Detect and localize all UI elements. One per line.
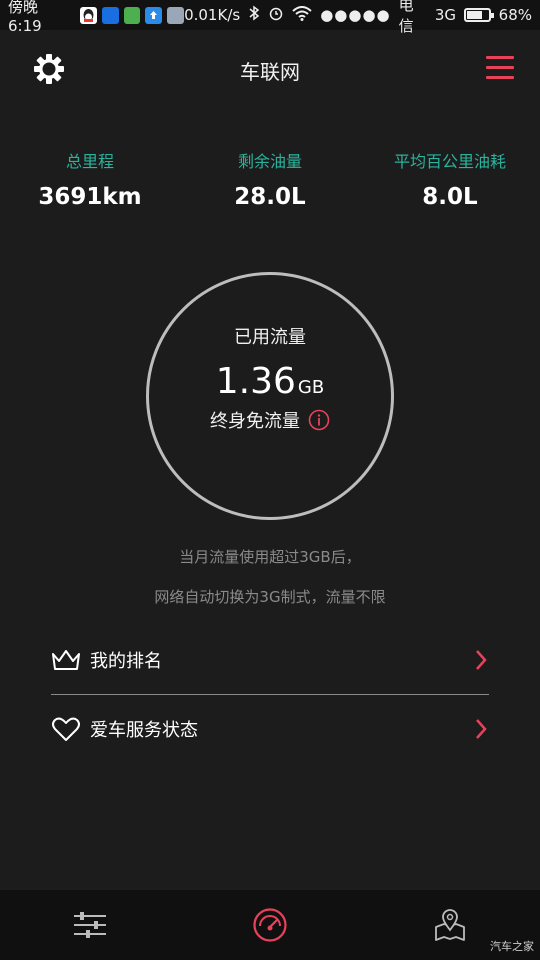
page-title: 车联网 (240, 60, 300, 84)
watermark: 汽车之家 (490, 940, 534, 953)
stat-label: 平均百公里油耗 (393, 152, 506, 171)
list-item-my-ranking[interactable]: 我的排名 (50, 626, 490, 694)
data-plan-row: 终身免流量 (149, 407, 391, 433)
vehicle-stats: 总里程 3691km 剩余油量 28.0L 平均百公里油耗 8.0L (0, 148, 540, 210)
bottom-nav (0, 890, 540, 960)
map-pin-icon (435, 909, 465, 941)
speedometer-icon (253, 908, 287, 942)
app-notification-icon (167, 6, 185, 24)
data-usage-label: 已用流量 (234, 327, 306, 348)
stat-remaining-fuel: 剩余油量 28.0L (180, 148, 360, 210)
chevron-right-icon (476, 719, 487, 739)
chevron-right-icon (476, 650, 487, 670)
qq-icon (79, 6, 97, 24)
notice-line-2: 网络自动切换为3G制式，流量不限 (154, 588, 386, 606)
data-usage-value: 1.36 GB (149, 361, 391, 402)
alarm-icon (268, 5, 284, 25)
stat-label: 总里程 (65, 152, 114, 171)
stat-total-mileage: 总里程 3691km (0, 148, 180, 210)
signal-dots-icon: ●●●●● (320, 6, 391, 24)
crown-icon (52, 650, 80, 670)
stat-value: 28.0L (234, 184, 306, 210)
menu-button[interactable] (486, 56, 514, 80)
nav-controls[interactable] (0, 890, 180, 960)
hamburger-icon (486, 56, 514, 59)
battery-icon (464, 8, 494, 22)
app-header: 车联网 (0, 30, 540, 110)
stat-avg-fuel-consumption: 平均百公里油耗 8.0L (360, 148, 540, 210)
app-notification-icon (101, 6, 119, 24)
status-bar: 傍晚6:19 0.01K/s ●●●●● 电信 3G 68% (0, 0, 540, 35)
notice-line-1: 当月流量使用超过3GB后， (179, 548, 361, 566)
network-type: 3G (434, 6, 457, 24)
network-speed: 0.01K/s (184, 6, 241, 24)
list-item-car-service-status[interactable]: 爱车服务状态 (50, 695, 490, 763)
sliders-icon (74, 912, 106, 938)
wifi-icon (292, 5, 312, 25)
upload-icon (145, 6, 163, 24)
heart-icon (52, 717, 80, 741)
nav-dashboard[interactable] (180, 890, 360, 960)
data-usage-unit: GB (297, 377, 325, 398)
list-item-label: 爱车服务状态 (90, 720, 198, 741)
battery-percent: 68% (498, 6, 532, 24)
bluetooth-icon (248, 5, 260, 25)
info-icon[interactable] (308, 409, 330, 431)
stat-label: 剩余油量 (237, 152, 302, 171)
data-plan-label: 终身免流量 (210, 411, 300, 432)
stat-value: 8.0L (422, 184, 478, 210)
data-usage-number: 1.36 (215, 361, 296, 402)
app-notification-icon (123, 6, 141, 24)
list-item-label: 我的排名 (90, 651, 162, 672)
data-usage-circle: 已用流量 1.36 GB 终身免流量 (146, 272, 394, 520)
stat-value: 3691km (38, 184, 142, 210)
